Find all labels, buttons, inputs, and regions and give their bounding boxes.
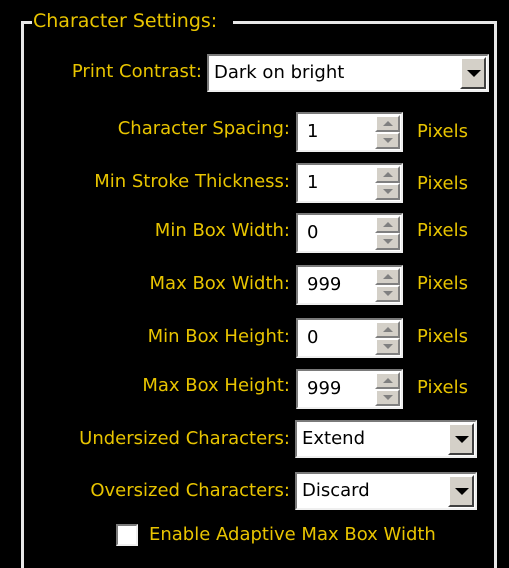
chevron-down-icon [455, 488, 469, 495]
max-box-height-spinner[interactable] [375, 372, 400, 406]
group-frame-right [494, 21, 497, 568]
character-spacing-value: 1 [307, 121, 319, 142]
oversized-characters-label: Oversized Characters: [90, 480, 290, 501]
min-box-height-value: 0 [307, 327, 319, 348]
min-stroke-thickness-spinner[interactable] [375, 166, 400, 200]
arrow-down-icon [383, 344, 393, 349]
min-stroke-thickness-unit: Pixels [417, 173, 469, 194]
undersized-characters-select[interactable]: Extend [295, 420, 477, 458]
character-spacing-spinner[interactable] [375, 115, 400, 149]
character-spacing-label: Character Spacing: [117, 118, 290, 139]
print-contrast-dropdown-button[interactable] [460, 57, 486, 89]
spin-down-button[interactable] [375, 389, 400, 406]
spin-up-button[interactable] [375, 216, 400, 233]
max-box-width-unit: Pixels [417, 273, 469, 294]
character-settings-panel: Character Settings: Print Contrast: Dark… [0, 0, 509, 568]
undersized-characters-value: Extend [302, 428, 365, 449]
min-box-width-input[interactable]: 0 [296, 213, 403, 253]
spin-up-button[interactable] [375, 268, 400, 285]
arrow-up-icon [383, 121, 393, 126]
max-box-width-value: 999 [307, 274, 342, 295]
print-contrast-select[interactable]: Dark on bright [207, 54, 489, 92]
min-box-width-unit: Pixels [417, 220, 469, 241]
arrow-down-icon [383, 291, 393, 296]
spin-up-button[interactable] [375, 115, 400, 132]
spin-up-button[interactable] [375, 166, 400, 183]
arrow-up-icon [383, 172, 393, 177]
undersized-characters-dropdown-button[interactable] [448, 423, 474, 455]
spin-down-button[interactable] [375, 338, 400, 355]
max-box-width-spinner[interactable] [375, 268, 400, 302]
chevron-down-icon [455, 436, 469, 443]
min-box-height-input[interactable]: 0 [296, 318, 403, 358]
max-box-height-label: Max Box Height: [142, 375, 290, 396]
print-contrast-label: Print Contrast: [71, 61, 202, 82]
undersized-characters-label: Undersized Characters: [79, 428, 290, 449]
oversized-characters-select[interactable]: Discard [295, 472, 477, 510]
max-box-width-label: Max Box Width: [149, 273, 290, 294]
spin-down-button[interactable] [375, 183, 400, 200]
chevron-down-icon [467, 70, 481, 77]
adaptive-max-box-width-checkbox[interactable] [116, 524, 138, 546]
spin-up-button[interactable] [375, 372, 400, 389]
max-box-height-input[interactable]: 999 [296, 369, 403, 409]
arrow-down-icon [383, 395, 393, 400]
min-box-height-spinner[interactable] [375, 321, 400, 355]
min-box-width-spinner[interactable] [375, 216, 400, 250]
max-box-height-unit: Pixels [417, 377, 469, 398]
group-frame-top [233, 21, 497, 24]
min-box-width-value: 0 [307, 222, 319, 243]
oversized-characters-value: Discard [302, 480, 370, 501]
spin-down-button[interactable] [375, 233, 400, 250]
arrow-up-icon [383, 378, 393, 383]
max-box-height-value: 999 [307, 378, 342, 399]
arrow-up-icon [383, 327, 393, 332]
group-frame-top [21, 21, 32, 24]
arrow-up-icon [383, 222, 393, 227]
spin-down-button[interactable] [375, 285, 400, 302]
arrow-down-icon [383, 138, 393, 143]
max-box-width-input[interactable]: 999 [296, 265, 403, 305]
min-stroke-thickness-value: 1 [307, 172, 319, 193]
character-spacing-input[interactable]: 1 [296, 112, 403, 152]
print-contrast-value: Dark on bright [214, 62, 345, 83]
min-stroke-thickness-label: Min Stroke Thickness: [94, 171, 290, 192]
min-box-height-label: Min Box Height: [147, 326, 290, 347]
spin-up-button[interactable] [375, 321, 400, 338]
min-box-height-unit: Pixels [417, 326, 469, 347]
spin-down-button[interactable] [375, 132, 400, 149]
arrow-down-icon [383, 239, 393, 244]
oversized-characters-dropdown-button[interactable] [448, 475, 474, 507]
arrow-down-icon [383, 189, 393, 194]
character-spacing-unit: Pixels [417, 121, 469, 142]
group-title: Character Settings: [33, 10, 218, 32]
adaptive-max-box-width-label[interactable]: Enable Adaptive Max Box Width [149, 523, 436, 547]
min-box-width-label: Min Box Width: [154, 220, 290, 241]
arrow-up-icon [383, 274, 393, 279]
group-frame-left [21, 21, 24, 568]
min-stroke-thickness-input[interactable]: 1 [296, 163, 403, 203]
